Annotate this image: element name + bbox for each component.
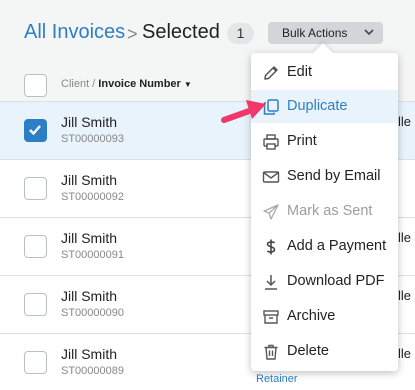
menu-item-add-payment[interactable]: Add a Payment <box>251 230 398 263</box>
menu-item-delete[interactable]: Delete <box>251 335 398 368</box>
menu-item-label: Add a Payment <box>287 238 387 254</box>
select-all-checkbox[interactable] <box>24 74 47 97</box>
row-status-cut: lle <box>398 230 412 245</box>
row-checkbox[interactable] <box>24 235 47 258</box>
row-checkbox[interactable] <box>24 293 47 316</box>
row-checkbox[interactable] <box>24 351 47 374</box>
row-checkbox[interactable] <box>24 119 47 142</box>
column-header-sort-label: Invoice Number <box>98 78 181 90</box>
chevron-down-icon <box>364 29 374 36</box>
breadcrumb-separator: > <box>127 24 138 44</box>
row-invoice-number: ST00000089 <box>61 365 124 377</box>
printer-icon <box>263 134 279 150</box>
envelope-icon <box>262 171 280 183</box>
menu-item-send-by-email[interactable]: Send by Email <box>251 160 398 193</box>
menu-item-download-pdf[interactable]: Download PDF <box>251 265 398 298</box>
row-invoice-number: ST00000091 <box>61 249 124 261</box>
row-checkbox[interactable] <box>24 177 47 200</box>
column-header-prefix: Client / <box>61 78 99 90</box>
menu-item-label: Archive <box>287 308 336 324</box>
row-client: Jill Smith <box>61 346 118 362</box>
row-status-cut: lle <box>398 114 412 129</box>
selected-count-badge: 1 <box>227 23 254 44</box>
bulk-actions-label: Bulk Actions <box>282 26 348 40</box>
menu-item-label: Print <box>287 133 317 149</box>
breadcrumb-all-invoices[interactable]: All Invoices <box>24 21 125 44</box>
row-invoice-number: ST00000090 <box>61 307 124 319</box>
pencil-icon <box>264 66 278 80</box>
menu-item-label: Duplicate <box>287 98 348 114</box>
menu-item-print[interactable]: Print <box>251 125 398 158</box>
row-invoice-number: ST00000092 <box>61 191 124 203</box>
menu-item-label: Edit <box>287 64 312 80</box>
download-icon <box>265 275 277 290</box>
menu-item-mark-as-sent: Mark as Sent <box>251 195 398 228</box>
checkmark-icon <box>29 125 41 136</box>
retainer-tag[interactable]: Retainer <box>256 373 298 385</box>
row-client: Jill Smith <box>61 230 118 246</box>
menu-item-label: Send by Email <box>287 168 381 184</box>
breadcrumb-current: Selected <box>142 21 220 43</box>
sort-desc-icon: ▼ <box>183 80 192 89</box>
menu-item-archive[interactable]: Archive <box>251 300 398 333</box>
row-client: Jill Smith <box>61 288 118 304</box>
dollar-icon <box>266 239 276 255</box>
trash-icon <box>264 344 278 360</box>
row-status-cut: lle <box>398 288 412 303</box>
row-client: Jill Smith <box>61 172 118 188</box>
menu-item-edit[interactable]: Edit <box>251 56 398 89</box>
menu-item-label: Mark as Sent <box>287 203 373 219</box>
row-status-cut: lle <box>398 346 412 361</box>
menu-item-label: Download PDF <box>287 273 385 289</box>
column-header[interactable]: Client / Invoice Number ▼ <box>61 78 192 90</box>
archive-icon <box>263 310 279 324</box>
bulk-actions-button[interactable]: Bulk Actions <box>268 22 383 44</box>
row-client: Jill Smith <box>61 114 118 130</box>
row-invoice-number: ST00000093 <box>61 133 124 145</box>
paper-plane-icon <box>263 204 279 220</box>
pointer-arrow-icon <box>221 100 266 123</box>
menu-item-label: Delete <box>287 343 329 359</box>
